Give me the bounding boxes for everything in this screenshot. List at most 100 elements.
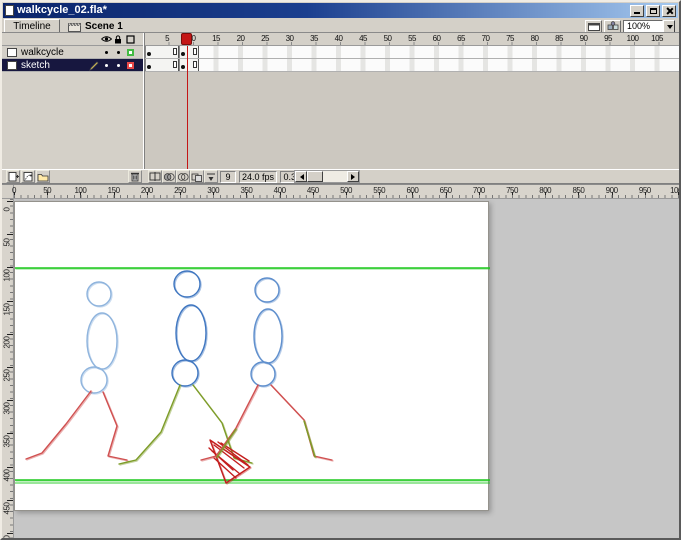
layer-visibility-dot[interactable] — [105, 64, 108, 67]
layer-type-icon — [7, 61, 17, 70]
scroll-right-button[interactable] — [347, 171, 359, 182]
frame-number: 75 — [506, 34, 514, 43]
zoom-control[interactable]: 100% — [623, 19, 675, 33]
modify-onion-markers-icon — [207, 173, 215, 181]
scrollbar-thumb[interactable] — [307, 171, 323, 182]
insert-layer-folder-icon — [37, 173, 49, 181]
frame-span[interactable] — [145, 59, 180, 71]
stick-figure-middle[interactable] — [118, 270, 254, 485]
ruler-label: 100 — [74, 186, 87, 195]
modify-onion-markers-button[interactable] — [204, 170, 218, 183]
show-all-layers-as-outlines-icon[interactable] — [126, 35, 135, 44]
vertical-ruler[interactable]: 0 50 100 150 200 250 300 350 400 450 500 — [2, 199, 14, 538]
ruler-label: 600 — [406, 186, 419, 195]
edit-scene-button[interactable] — [585, 19, 602, 33]
frames-row-walkcycle[interactable] — [145, 46, 679, 59]
ruler-label: 500 — [3, 531, 12, 538]
ruler-label: 1000 — [670, 186, 679, 195]
layer-row-sketch[interactable]: sketch — [2, 59, 143, 72]
ruler-label: 400 — [2, 469, 12, 482]
frame-rate-field[interactable]: 24.0 fps — [239, 171, 277, 183]
frame-number: 25 — [261, 34, 269, 43]
timeline-horizontal-scrollbar[interactable] — [294, 170, 360, 183]
playhead[interactable] — [181, 33, 193, 45]
close-icon — [663, 6, 675, 16]
layer-name[interactable]: sketch — [21, 60, 50, 71]
layer-lock-dot[interactable] — [117, 64, 120, 67]
stage-canvas[interactable] — [14, 201, 490, 511]
document-icon — [5, 5, 14, 16]
maximize-icon — [650, 7, 657, 14]
timeline-header[interactable]: 5101520253035404550556065707580859095100… — [145, 33, 679, 46]
ruler-label: 850 — [572, 186, 585, 195]
layer-panel: walkcycle sketch — [2, 33, 143, 169]
ruler-label: 450 — [306, 186, 319, 195]
ruler-label: 750 — [506, 186, 518, 195]
layer-visibility-dot[interactable] — [105, 51, 108, 54]
close-button[interactable] — [662, 4, 676, 17]
frame-span[interactable] — [145, 46, 180, 58]
lock-all-layers-icon[interactable] — [114, 35, 122, 44]
current-frame-field[interactable]: 9 — [220, 171, 236, 183]
ruler-label: 900 — [605, 186, 618, 195]
end-frame-marker — [192, 61, 197, 68]
delete-layer-button[interactable] — [128, 170, 142, 183]
edit-scene-icon — [587, 23, 600, 31]
add-motion-guide-icon — [23, 172, 32, 182]
show-hide-all-layers-icon[interactable] — [101, 35, 112, 43]
stick-figure-left[interactable] — [25, 281, 129, 462]
zoom-dropdown-arrow[interactable] — [663, 19, 675, 33]
frame-number: 30 — [285, 34, 294, 43]
end-frame-marker — [192, 48, 197, 55]
layer-lock-dot[interactable] — [117, 51, 120, 54]
insert-layer-icon — [8, 172, 19, 182]
ruler-label: 350 — [240, 186, 253, 195]
scroll-left-button[interactable] — [295, 171, 307, 182]
delete-layer-trash-icon — [131, 172, 139, 182]
keyframe-dot — [181, 65, 186, 69]
onion-skin-icon — [163, 172, 175, 181]
frames-row-sketch[interactable] — [145, 59, 679, 72]
insert-layer-folder-button[interactable] — [36, 170, 50, 183]
minimize-button[interactable] — [630, 4, 644, 17]
ruler-label: 100 — [2, 269, 12, 282]
horizontal-ruler[interactable]: 0 50 100 150 200 250 300 350 400 450 500 550 600 650 7… — [2, 184, 679, 199]
layer-outline-color-chip[interactable] — [127, 49, 134, 56]
frame-number: 40 — [334, 34, 343, 43]
frame-number: 20 — [236, 34, 245, 43]
edit-multiple-frames-button[interactable] — [190, 170, 204, 183]
scene-bar: Scene 1 — [68, 19, 123, 33]
frame-span[interactable] — [179, 46, 199, 58]
add-motion-guide-button[interactable] — [21, 170, 35, 183]
maximize-button[interactable] — [646, 4, 660, 17]
frame-span[interactable] — [179, 59, 199, 71]
ruler-label: 450 — [2, 502, 12, 515]
edit-symbol-button[interactable] — [604, 19, 621, 33]
onion-skin-outlines-button[interactable] — [176, 170, 190, 183]
layer-name[interactable]: walkcycle — [21, 47, 64, 58]
timeline-panel-tab[interactable]: Timeline — [4, 19, 60, 33]
ruler-label: 650 — [439, 186, 452, 195]
ruler-label: 300 — [207, 186, 220, 195]
center-frame-button[interactable] — [148, 170, 162, 183]
ruler-label: 150 — [107, 186, 120, 195]
scene-icon — [68, 22, 81, 32]
ruler-label: 300 — [2, 402, 12, 415]
ruler-label: 200 — [140, 186, 153, 195]
pasteboard[interactable]: 0 50 100 150 200 250 300 350 400 450 500 — [2, 199, 679, 538]
ruler-label: 0 — [2, 207, 12, 212]
keyframe-dot — [147, 65, 151, 69]
ruler-label: 150 — [2, 303, 12, 316]
frame-number: 45 — [359, 34, 367, 43]
stick-figure-right[interactable] — [200, 277, 334, 462]
right-arrow-icon — [350, 173, 358, 180]
layer-outline-color-chip[interactable] — [127, 62, 134, 69]
edit-bar: Timeline Scene 1 100% — [2, 19, 679, 33]
frame-number: 5 — [165, 34, 170, 43]
scene-name[interactable]: Scene 1 — [85, 21, 123, 32]
title-bar[interactable]: walkcycle_02.fla* — [3, 3, 678, 18]
frame-number: 90 — [579, 34, 588, 43]
layer-row-walkcycle[interactable]: walkcycle — [2, 46, 143, 59]
insert-layer-button[interactable] — [6, 170, 20, 183]
onion-skin-button[interactable] — [162, 170, 176, 183]
